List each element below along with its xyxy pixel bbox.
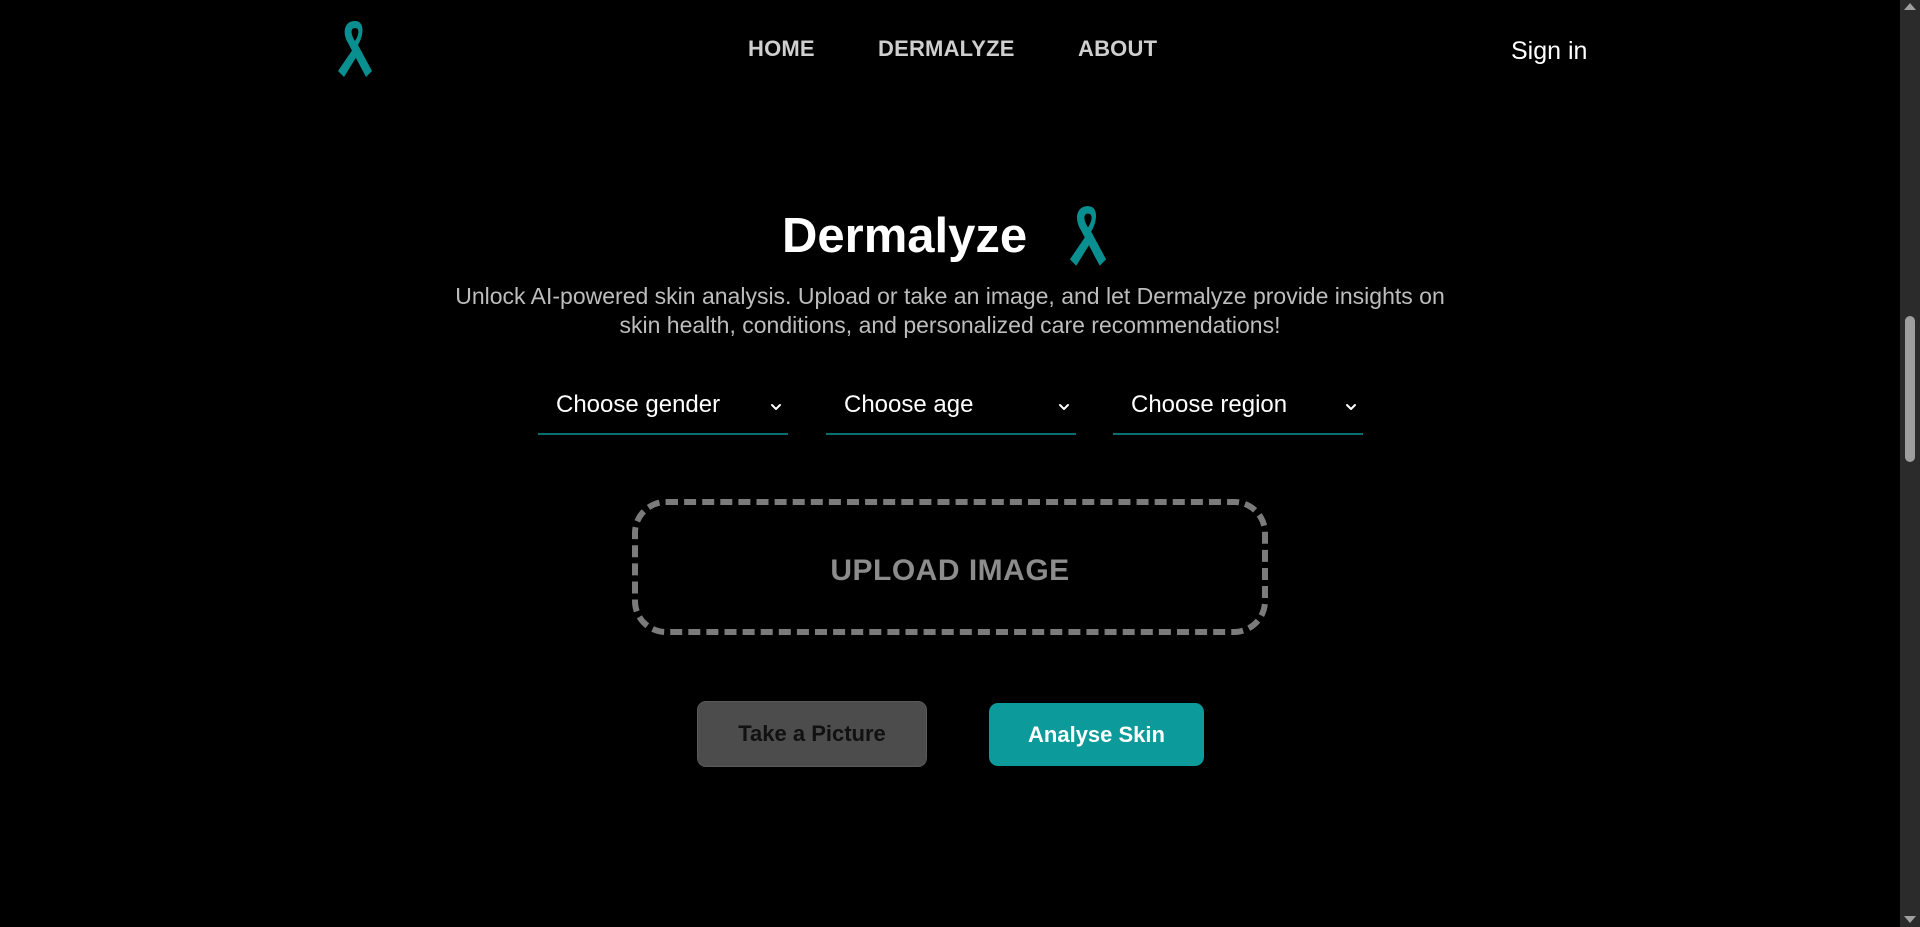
analyse-skin-button[interactable]: Analyse Skin xyxy=(989,703,1204,766)
page-title: Dermalyze xyxy=(782,209,1028,263)
upload-image-dropzone[interactable]: UPLOAD IMAGE xyxy=(632,499,1268,635)
gender-select-label: Choose gender xyxy=(556,391,721,418)
upload-image-label: UPLOAD IMAGE xyxy=(830,554,1070,587)
scroll-down-arrow-icon[interactable] xyxy=(1904,916,1916,923)
take-picture-button[interactable]: Take a Picture xyxy=(697,701,927,767)
scrollbar[interactable] xyxy=(1900,0,1920,927)
navbar: HOME DERMALYZE ABOUT Sign in xyxy=(0,0,1900,100)
age-select-label: Choose age xyxy=(844,391,974,418)
sign-in-link[interactable]: Sign in xyxy=(1511,37,1587,66)
region-select-label: Choose region xyxy=(1131,391,1288,418)
age-select[interactable]: Choose age xyxy=(826,383,1076,435)
scrollbar-thumb[interactable] xyxy=(1905,316,1915,462)
page-description: Unlock AI-powered skin analysis. Upload … xyxy=(455,283,1445,338)
awareness-ribbon-icon[interactable] xyxy=(336,19,374,81)
gender-select[interactable]: Choose gender xyxy=(538,383,788,435)
page: HOME DERMALYZE ABOUT Sign in Dermalyze U… xyxy=(0,0,1920,927)
region-select[interactable]: Choose region xyxy=(1113,383,1363,435)
awareness-ribbon-icon xyxy=(1069,206,1107,266)
nav-home-link[interactable]: HOME xyxy=(748,36,828,62)
nav-dermalyze-link[interactable]: DERMALYZE xyxy=(878,36,1038,62)
scroll-up-arrow-icon[interactable] xyxy=(1904,3,1916,10)
nav-about-link[interactable]: ABOUT xyxy=(1078,36,1178,62)
chevron-down-icon xyxy=(771,404,781,410)
chevron-down-icon xyxy=(1059,404,1069,410)
chevron-down-icon xyxy=(1346,404,1356,410)
